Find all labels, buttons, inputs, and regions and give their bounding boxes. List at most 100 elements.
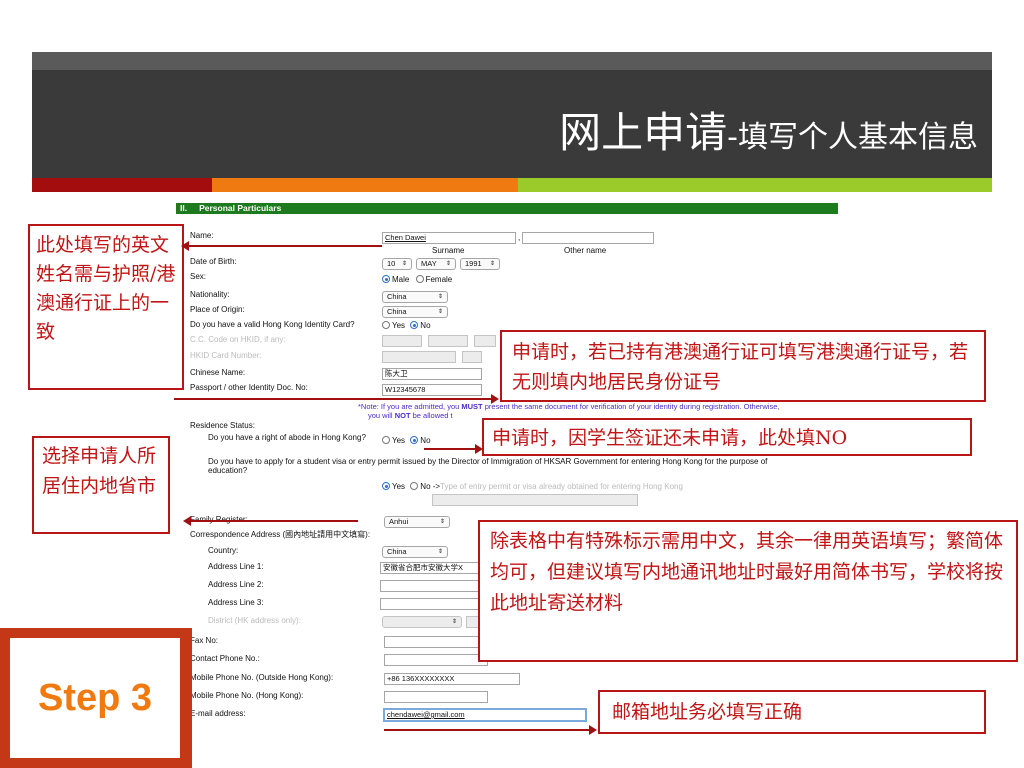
family-register-value: Anhui [389, 517, 409, 526]
section-number: II. [180, 203, 188, 213]
abode-yes-radio[interactable] [382, 436, 390, 444]
correspondence-address-label: Correspondence Address (國內地址請用中文填寫): [190, 530, 371, 539]
visa-question-line-1: Do you have to apply for a student visa … [208, 457, 768, 466]
mobile-outside-label: Mobile Phone No. (Outside Hong Kong): [190, 673, 334, 682]
chevron-updown-icon: ⇕ [437, 549, 443, 555]
visa-yes-radio[interactable] [382, 482, 390, 490]
hkid-number-input[interactable] [382, 351, 456, 363]
dob-day-select[interactable]: 10 ⇕ [382, 258, 412, 270]
visa-annotation-arrow [424, 444, 483, 454]
mobile-outside-input[interactable]: +86 136XXXXXXXX [384, 673, 520, 685]
sex-male-label: Male [392, 275, 410, 284]
note-line-2-not: NOT [394, 411, 411, 420]
cc-code-input-3[interactable] [474, 335, 496, 347]
chinese-name-input[interactable]: 陈大卫 [382, 368, 482, 380]
name-comma: , [518, 233, 521, 242]
abode-radio-group: Yes No [382, 436, 431, 445]
fax-label: Fax No: [190, 636, 219, 645]
address-line-2-input[interactable] [380, 580, 484, 592]
country-value: China [387, 547, 407, 556]
dob-month-select[interactable]: MAY ⇕ [416, 258, 456, 270]
section-title: Personal Particulars [199, 203, 282, 213]
country-label: Country: [208, 546, 239, 555]
language-annotation: 除表格中有特殊标示需用中文，其余一律用英语填写；繁简体均可，但建议填写内地通讯地… [478, 520, 1018, 662]
hkid-number-label: HKID Card Number: [190, 351, 262, 360]
section-header: II. Personal Particulars [176, 203, 838, 214]
accent-strip-green [518, 178, 992, 192]
country-select[interactable]: China ⇕ [382, 546, 448, 558]
hkid-no-label: No [420, 321, 431, 330]
nationality-select[interactable]: China ⇕ [382, 291, 448, 303]
abode-question: Do you have a right of abode in Hong Kon… [208, 433, 366, 442]
nationality-label: Nationality: [190, 290, 230, 299]
hkid-check-digit-input[interactable] [462, 351, 482, 363]
chevron-updown-icon: ⇕ [437, 309, 443, 315]
chevron-updown-icon: ⇕ [451, 619, 457, 625]
note-line-1-b: present the same document for verificati… [482, 402, 780, 411]
dob-year-select[interactable]: 1991 ⇕ [460, 258, 500, 270]
accent-strip-orange [212, 178, 518, 192]
residence-status-label: Residence Status: [190, 421, 255, 430]
email-input[interactable]: chendawei@gmail.com [383, 708, 587, 722]
hkid-yes-radio[interactable] [382, 321, 390, 329]
slide: 网上申请-填写个人基本信息 II. Personal Particulars Na… [0, 0, 1024, 768]
mobile-hk-label: Mobile Phone No. (Hong Kong): [190, 691, 304, 700]
visa-yes-label: Yes [392, 482, 406, 491]
note-line-1: *Note: If you are admitted, you MUST pre… [358, 402, 779, 411]
email-annotation: 邮箱地址务必填写正确 [598, 690, 986, 734]
dob-label: Date of Birth: [190, 257, 237, 266]
visa-question-line-2: education? [208, 466, 248, 475]
contact-phone-input[interactable] [384, 654, 488, 666]
dob-month-value: MAY [421, 259, 437, 268]
chevron-updown-icon: ⇕ [445, 261, 451, 267]
origin-value: China [387, 307, 407, 316]
visa-type-hint: Type of entry permit or visa already obt… [440, 482, 683, 491]
address-line-1-input[interactable]: 安徽省合肥市安徽大学X [380, 562, 484, 574]
province-annotation: 选择申请人所居住内地省市 [32, 436, 170, 534]
hkid-no-radio[interactable] [410, 321, 419, 329]
sex-radio-group: Male Female [382, 275, 452, 284]
origin-select[interactable]: China ⇕ [382, 306, 448, 318]
hkid-question: Do you have a valid Hong Kong Identity C… [190, 320, 355, 329]
header-top-band [32, 52, 992, 70]
step-badge: Step 3 [0, 628, 192, 768]
family-register-select[interactable]: Anhui ⇕ [384, 516, 450, 528]
name-annotation-arrow [181, 241, 382, 251]
note-line-2-b: be allowed t [410, 411, 453, 420]
chevron-updown-icon: ⇕ [489, 261, 495, 267]
dob-day-value: 10 [387, 259, 396, 268]
step-badge-inner: Step 3 [10, 638, 180, 758]
visa-arrow: -> [432, 482, 441, 491]
visa-type-input[interactable] [432, 494, 638, 506]
visa-no-label: No [420, 482, 431, 491]
address-line-3-input[interactable] [380, 598, 484, 610]
page-title-main: 网上申请 [559, 108, 728, 157]
abode-no-label: No [420, 436, 431, 445]
email-label: E-mail address: [190, 709, 246, 718]
contact-phone-label: Contact Phone No.: [190, 654, 260, 663]
sex-female-radio[interactable] [415, 275, 424, 283]
fax-input[interactable] [384, 636, 488, 648]
email-annotation-arrow [384, 725, 597, 735]
passport-annotation-arrow [174, 394, 499, 404]
note-line-2-a: you will [368, 411, 395, 420]
mobile-hk-input[interactable] [384, 691, 488, 703]
visa-radio-group: Yes No ->Type of entry permit or visa al… [382, 482, 683, 491]
surname-input[interactable]: Chen Dawei [382, 232, 516, 244]
page-title-sub: -填写个人基本信息 [727, 120, 978, 155]
chevron-updown-icon: ⇕ [437, 294, 443, 300]
abode-no-radio[interactable] [410, 436, 419, 444]
nationality-value: China [387, 292, 407, 301]
passport-annotation: 申请时，若已持有港澳通行证可填写港澳通行证号，若无则填内地居民身份证号 [500, 330, 986, 402]
cc-code-input-1[interactable] [382, 335, 422, 347]
district-select[interactable]: ⇕ [382, 616, 462, 628]
other-name-input[interactable] [522, 232, 654, 244]
passport-input[interactable]: W12345678 [382, 384, 482, 396]
dob-year-value: 1991 [465, 259, 482, 268]
other-name-caption: Other name [564, 246, 607, 255]
cc-code-input-2[interactable] [428, 335, 468, 347]
cc-code-label: C.C. Code on HKID, if any: [190, 335, 286, 344]
sex-male-radio[interactable] [382, 275, 390, 283]
address-line-2-label: Address Line 2: [208, 580, 264, 589]
visa-no-radio[interactable] [410, 482, 419, 490]
